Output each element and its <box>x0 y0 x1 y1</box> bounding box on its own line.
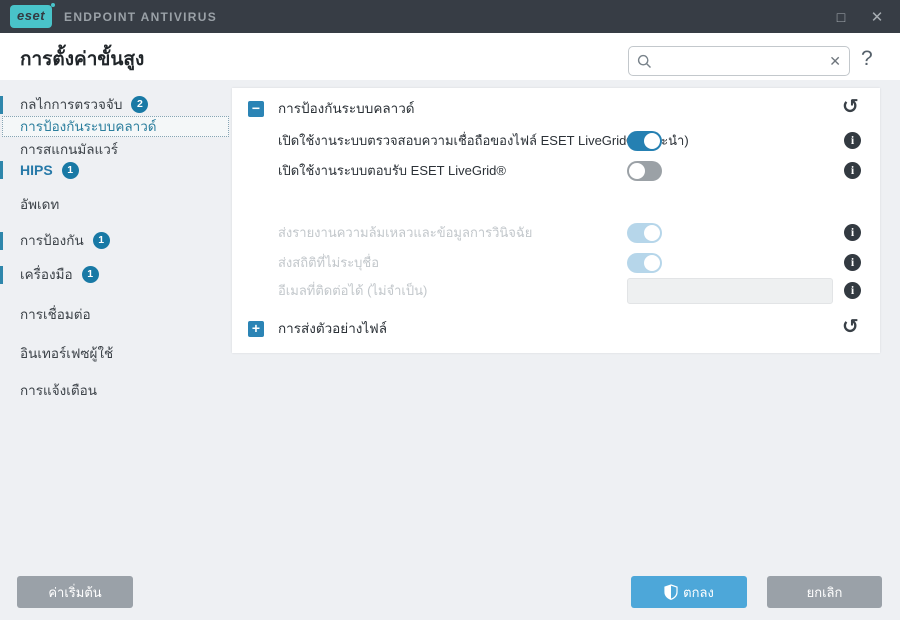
setting-row-crash-reports: ส่งรายงานความล้มเหลวและข้อมูลการวินิจฉัย… <box>232 220 880 246</box>
eset-logo: eset <box>10 3 56 28</box>
revert-icon[interactable]: ↺ <box>842 314 859 339</box>
cancel-button[interactable]: ยกเลิก <box>767 576 882 608</box>
sidebar-item-hips[interactable]: HIPS 1 <box>0 159 230 181</box>
registered-mark-dot <box>51 3 56 7</box>
setting-row-livegrid-reputation: เปิดใช้งานระบบตรวจสอบความเชื่อถือของไฟล์… <box>232 128 880 154</box>
sidebar-item-connectivity[interactable]: การเชื่อมต่อ <box>0 304 230 326</box>
toggle-anonymous-statistics <box>627 253 662 273</box>
titlebar: eset ENDPOINT ANTIVIRUS □ ✕ <box>0 0 900 33</box>
sidebar-item-detection-engine[interactable]: กลไกการตรวจจับ 2 <box>0 94 230 116</box>
setting-row-contact-email: อีเมลที่ติดต่อได้ (ไม่จำเป็น) i <box>232 278 880 304</box>
badge-count: 1 <box>61 162 79 179</box>
collapse-icon[interactable]: − <box>248 101 264 117</box>
setting-row-livegrid-feedback: เปิดใช้งานระบบตอบรับ ESET LiveGrid® i <box>232 158 880 184</box>
toggle-knob <box>644 133 660 149</box>
search-box[interactable]: ✕ <box>628 46 850 76</box>
sidebar-item-protection[interactable]: การป้องกัน 1 <box>0 230 230 252</box>
uac-shield-icon <box>664 584 678 600</box>
info-icon[interactable]: i <box>844 132 861 149</box>
sidebar: กลไกการตรวจจับ 2 การป้องกันระบบคลาวด์ การ… <box>0 80 230 560</box>
expand-icon[interactable]: + <box>248 321 264 337</box>
toggle-livegrid-feedback[interactable] <box>627 161 662 181</box>
sidebar-item-user-interface[interactable]: อินเทอร์เฟซผู้ใช้ <box>0 343 230 365</box>
eset-logo-text: eset <box>17 8 46 23</box>
contact-email-field <box>627 278 833 304</box>
section-title: การส่งตัวอย่างไฟล์ <box>278 321 387 336</box>
section-title: การป้องกันระบบคลาวด์ <box>278 101 415 116</box>
sidebar-item-malware-scans[interactable]: การสแกนมัลแวร์ <box>0 139 230 161</box>
info-icon[interactable]: i <box>844 282 861 299</box>
badge-count: 1 <box>81 266 99 283</box>
header: การตั้งค่าขั้นสูง ✕ ? <box>0 33 900 80</box>
badge-count: 2 <box>131 96 149 113</box>
info-icon[interactable]: i <box>844 224 861 241</box>
search-input[interactable] <box>658 48 830 74</box>
setting-row-anonymous-statistics: ส่งสถิติที่ไม่ระบุชื่อ i <box>232 250 880 276</box>
ok-button[interactable]: ตกลง <box>631 576 747 608</box>
help-icon[interactable]: ? <box>861 47 873 71</box>
sidebar-item-tools[interactable]: เครื่องมือ 1 <box>0 264 230 286</box>
toggle-livegrid-reputation[interactable] <box>627 131 662 151</box>
revert-icon[interactable]: ↺ <box>842 94 859 119</box>
section-sample-submission-header[interactable]: + การส่งตัวอย่างไฟล์ ↺ <box>232 316 880 342</box>
section-cloud-protection-header[interactable]: − การป้องกันระบบคลาวด์ ↺ <box>232 96 880 122</box>
sidebar-item-update[interactable]: อัพเดท <box>0 194 230 216</box>
toggle-knob <box>629 163 645 179</box>
close-icon[interactable]: ✕ <box>860 0 894 33</box>
search-clear-icon[interactable]: ✕ <box>829 53 841 70</box>
badge-count: 1 <box>92 232 110 249</box>
toggle-knob <box>644 255 660 271</box>
search-icon <box>637 54 652 69</box>
product-name: ENDPOINT ANTIVIRUS <box>64 9 217 24</box>
sidebar-item-notifications[interactable]: การแจ้งเตือน <box>0 380 230 402</box>
sidebar-item-cloud-protection[interactable]: การป้องกันระบบคลาวด์ <box>2 116 229 137</box>
maximize-icon[interactable]: □ <box>824 0 858 33</box>
default-button[interactable]: ค่าเริ่มต้น <box>17 576 133 608</box>
settings-panel: − การป้องกันระบบคลาวด์ ↺ เปิดใช้งานระบบต… <box>232 88 880 353</box>
info-icon[interactable]: i <box>844 162 861 179</box>
toggle-knob <box>644 225 660 241</box>
info-icon[interactable]: i <box>844 254 861 271</box>
page-title: การตั้งค่าขั้นสูง <box>20 49 145 70</box>
toggle-crash-reports <box>627 223 662 243</box>
